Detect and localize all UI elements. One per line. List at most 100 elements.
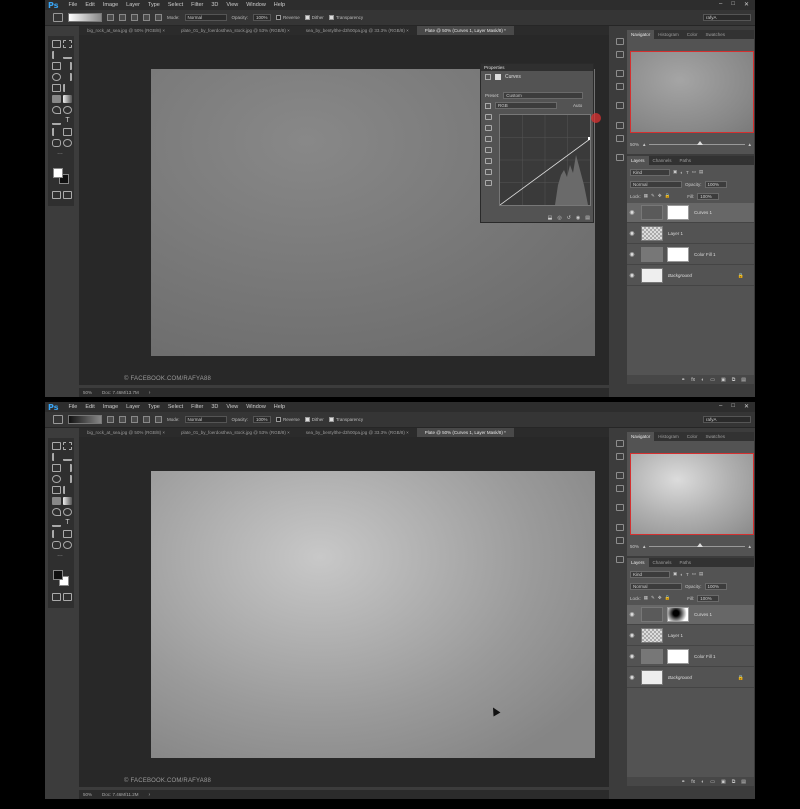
more-tools-icon[interactable]: …: [57, 552, 66, 560]
history-brush-tool-icon[interactable]: [63, 84, 72, 92]
zoom-in-icon[interactable]: ▲: [748, 544, 752, 549]
brush-icon[interactable]: [616, 70, 624, 77]
menu-select[interactable]: Select: [164, 2, 187, 8]
gradient-picker[interactable]: [68, 13, 102, 22]
layer-row-curves[interactable]: ◉ Curves 1: [627, 605, 754, 625]
menu-help[interactable]: Help: [270, 404, 289, 410]
gradient-tool-icon[interactable]: [63, 497, 72, 505]
lock-all-icon[interactable]: 🔒: [665, 595, 671, 601]
dodge-tool-icon[interactable]: [63, 508, 72, 516]
curve-point[interactable]: [588, 137, 591, 140]
tab-channels[interactable]: Channels: [649, 558, 676, 567]
marquee-tool-icon[interactable]: [63, 442, 72, 450]
layer-mask-thumbnail[interactable]: [667, 247, 689, 262]
tab-navigator[interactable]: Navigator: [627, 30, 655, 39]
opacity-input[interactable]: 100%: [253, 416, 272, 423]
visibility-eye-icon[interactable]: ◉: [627, 653, 637, 660]
layer-name[interactable]: Layer 1: [668, 231, 683, 236]
curves-graph[interactable]: [499, 114, 591, 206]
minimize-button[interactable]: –: [719, 403, 722, 410]
pencil-icon[interactable]: [485, 158, 492, 164]
brush-preset-icon[interactable]: [616, 83, 624, 90]
visibility-eye-icon[interactable]: ◉: [627, 251, 637, 258]
view-previous-icon[interactable]: ◎: [557, 215, 561, 221]
diamond-gradient-button[interactable]: [155, 14, 162, 21]
close-button[interactable]: ✕: [744, 1, 749, 8]
zoom-out-icon[interactable]: ▲: [642, 142, 646, 147]
filter-adjust-icon[interactable]: ◐: [680, 170, 683, 175]
eyedropper-tool-icon[interactable]: [63, 62, 72, 70]
rectangle-tool-icon[interactable]: [63, 530, 72, 538]
workspace-select[interactable]: rafyA: [703, 416, 751, 423]
diamond-gradient-button[interactable]: [155, 416, 162, 423]
link-icon[interactable]: ⚭: [681, 779, 685, 785]
menu-file[interactable]: File: [64, 2, 81, 8]
reset-icon[interactable]: ↺: [567, 215, 571, 221]
eyedropper-gray-icon[interactable]: [485, 125, 492, 131]
menu-image[interactable]: Image: [99, 2, 122, 8]
zoom-level[interactable]: 50%: [83, 390, 92, 395]
new-layer-icon[interactable]: ⧉: [732, 377, 736, 383]
document-canvas[interactable]: [151, 471, 595, 758]
eyedropper-black-icon[interactable]: [485, 114, 492, 120]
adjustment-layer-icon[interactable]: ▭: [710, 779, 715, 785]
navigator-zoom-value[interactable]: 50%: [630, 544, 639, 549]
clone-source-icon[interactable]: [616, 504, 624, 511]
quick-mask-icon[interactable]: [52, 593, 61, 601]
history-brush-tool-icon[interactable]: [63, 486, 72, 494]
layer-name[interactable]: Background: [668, 675, 692, 680]
type-tool-icon[interactable]: T: [63, 519, 72, 527]
dodge-tool-icon[interactable]: [63, 106, 72, 114]
clip-to-layer-icon[interactable]: ⬓: [548, 215, 553, 221]
menu-view[interactable]: View: [222, 2, 242, 8]
layer-name[interactable]: Color Fill 1: [694, 252, 716, 257]
tab-paths[interactable]: Paths: [676, 156, 696, 165]
tab-big-rock[interactable]: big_rock_at_sea.jpg @ 50% (RGB/8) ×: [79, 26, 173, 35]
screen-mode-icon[interactable]: [63, 593, 72, 601]
visibility-eye-icon[interactable]: ◉: [627, 674, 637, 681]
path-selection-tool-icon[interactable]: [52, 530, 61, 538]
layer-mask-thumbnail[interactable]: [667, 607, 689, 622]
workspace-select[interactable]: rafyA: [703, 14, 751, 21]
tab-histogram[interactable]: Histogram: [654, 432, 683, 441]
menu-type[interactable]: Type: [144, 2, 164, 8]
lock-all-icon[interactable]: 🔒: [665, 193, 671, 199]
brush-tool-icon[interactable]: [63, 73, 72, 81]
tab-navigator[interactable]: Navigator: [627, 432, 655, 441]
brush-icon[interactable]: [616, 472, 624, 479]
visibility-eye-icon[interactable]: ◉: [627, 209, 637, 216]
menu-file[interactable]: File: [64, 404, 81, 410]
character-icon[interactable]: [616, 524, 624, 531]
foreground-color-swatch[interactable]: [53, 168, 63, 178]
layer-name[interactable]: Color Fill 1: [694, 654, 716, 659]
menu-window[interactable]: Window: [242, 404, 270, 410]
tab-histogram[interactable]: Histogram: [654, 30, 683, 39]
layer-row-colorfill[interactable]: ◉ Color Fill 1: [627, 647, 754, 667]
layer-row-curves[interactable]: ◉ Curves 1: [627, 203, 754, 223]
hand-tool-icon[interactable]: [52, 541, 61, 549]
layer-row-layer1[interactable]: ◉ Layer 1: [627, 626, 754, 646]
tab-sea[interactable]: sea_by_bentylthe-d3h00pa.jpg @ 33.3% (RG…: [298, 26, 417, 35]
eraser-tool-icon[interactable]: [52, 95, 61, 103]
move-tool-icon[interactable]: [52, 442, 61, 450]
crop-tool-icon[interactable]: [52, 62, 61, 70]
transparency-checkbox[interactable]: Transparency: [328, 15, 363, 21]
layer-name[interactable]: Curves 1: [694, 210, 712, 215]
hand-tool-icon[interactable]: [52, 139, 61, 147]
brush-tool-icon[interactable]: [63, 475, 72, 483]
trash-icon[interactable]: ▤: [741, 779, 746, 785]
layer-name[interactable]: Curves 1: [694, 612, 712, 617]
actions-icon[interactable]: [616, 51, 624, 58]
menu-help[interactable]: Help: [270, 2, 289, 8]
reflected-gradient-button[interactable]: [143, 14, 150, 21]
angle-gradient-button[interactable]: [131, 416, 138, 423]
menu-layer[interactable]: Layer: [122, 2, 144, 8]
curve-point-icon[interactable]: [485, 147, 492, 153]
navigator-view-box[interactable]: [630, 453, 754, 535]
paragraph-icon[interactable]: [616, 135, 624, 142]
layer-row-background[interactable]: ◉ Background 🔒: [627, 668, 754, 688]
blur-tool-icon[interactable]: [52, 106, 61, 114]
path-selection-tool-icon[interactable]: [52, 128, 61, 136]
gradient-tool-icon[interactable]: [53, 415, 63, 424]
filter-adjust-icon[interactable]: ◐: [680, 572, 683, 577]
